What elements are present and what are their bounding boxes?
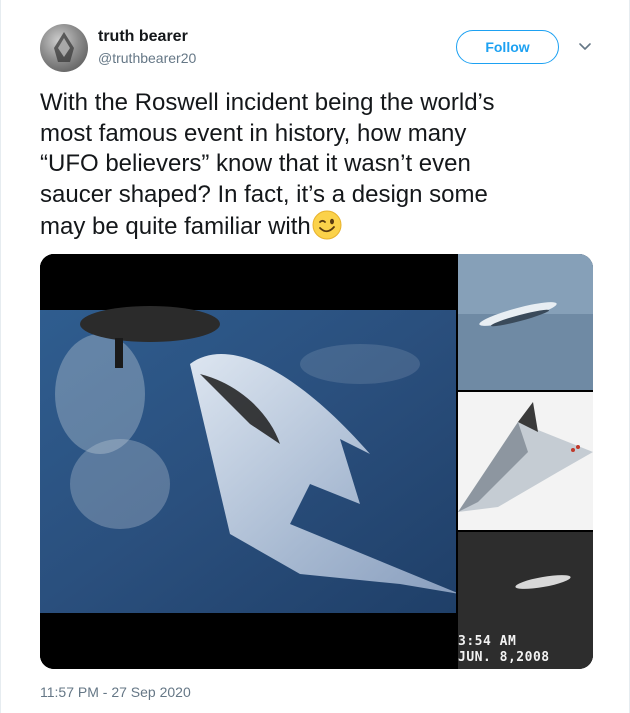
tweet-text-line-content: may be quite familiar with xyxy=(40,213,311,240)
chevron-down-icon[interactable] xyxy=(577,38,593,54)
author-name[interactable]: truth bearer xyxy=(98,28,188,46)
author-handle[interactable]: @truthbearer20 xyxy=(98,50,196,66)
winking-face-icon xyxy=(312,210,342,240)
media-image-middle[interactable] xyxy=(458,392,593,530)
tweet-text-line: may be quite familiar with xyxy=(40,210,600,243)
tweet-text-line: With the Roswell incident being the worl… xyxy=(40,89,495,116)
avatar[interactable] xyxy=(40,24,88,72)
video-overlay-date: JUN. 8,2008 xyxy=(458,650,550,665)
follow-button[interactable]: Follow xyxy=(456,30,559,64)
media-grid: 3:54 AM JUN. 8,2008 xyxy=(40,254,593,669)
follow-button-label: Follow xyxy=(485,39,530,55)
tweet-text-line: “UFO believers” know that it wasn’t even xyxy=(40,150,471,177)
tweet-text-line: most famous event in history, how many xyxy=(40,119,467,147)
media-image-main[interactable] xyxy=(40,254,460,669)
tweet-card: truth bearer @truthbearer20 Follow With … xyxy=(0,0,630,713)
tweet-text: With the Roswell incident being the worl… xyxy=(40,88,600,243)
media-image-top[interactable] xyxy=(458,254,593,390)
video-overlay-time: 3:54 AM xyxy=(458,634,517,649)
tweet-text-line: saucer shaped? In fact, it’s a design so… xyxy=(40,180,488,208)
tweet-timestamp[interactable]: 11:57 PM - 27 Sep 2020 xyxy=(40,684,191,700)
